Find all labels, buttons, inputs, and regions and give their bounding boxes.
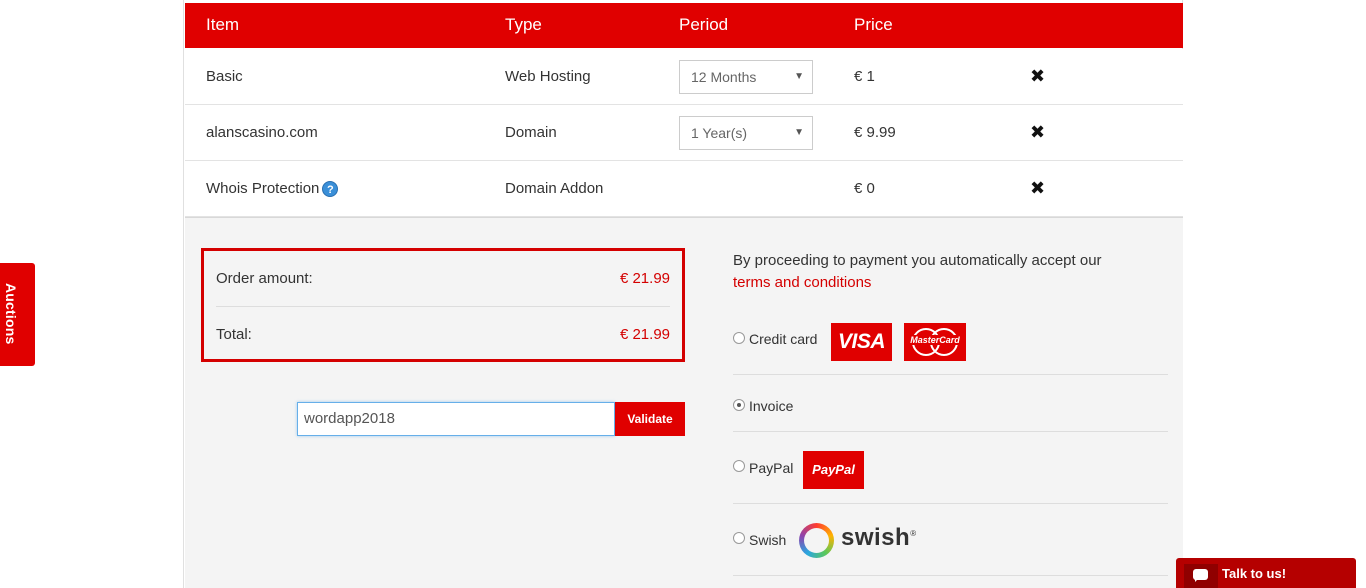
chat-label: Talk to us! [1222, 566, 1287, 581]
dropdown-arrow-icon: ▼ [794, 127, 804, 138]
table-header: Item Type Period Price [185, 3, 1183, 48]
header-price: Price [854, 15, 893, 34]
row-item: Whois Protection [206, 180, 320, 197]
terms-notice-text: By proceeding to payment you automatical… [733, 252, 1102, 269]
mastercard-logo: MasterCard [904, 323, 966, 361]
row-item: alanscasino.com [206, 124, 318, 141]
period-select-value: 12 Months [691, 69, 757, 85]
table-row: Whois Protection? Domain Addon € 0 ✖ [185, 161, 1183, 217]
total-line: Total: € 21.99 [216, 326, 670, 343]
order-panel: Item Type Period Price Basic Web Hosting… [183, 0, 1183, 588]
remove-icon[interactable]: ✖ [1030, 67, 1045, 85]
auctions-side-tab[interactable]: Auctions [0, 263, 35, 366]
dropdown-arrow-icon: ▼ [794, 71, 804, 82]
remove-icon[interactable]: ✖ [1030, 123, 1045, 141]
header-item: Item [206, 15, 240, 34]
swish-registered-mark: ® [910, 529, 917, 538]
order-amount-line: Order amount: € 21.99 [216, 270, 670, 287]
row-type: Domain Addon [505, 180, 604, 197]
row-price: € 0 [854, 180, 875, 197]
header-period: Period [679, 15, 729, 34]
paypal-label: PayPal [749, 460, 794, 476]
swish-label: Swish [749, 532, 787, 548]
promo-code-input[interactable]: wordapp2018 [297, 402, 615, 436]
swish-logo: swish® [841, 524, 917, 552]
terms-link[interactable]: terms and conditions [733, 274, 871, 291]
invoice-label: Invoice [749, 398, 794, 414]
auctions-tab-label: Auctions [3, 283, 19, 345]
header-type: Type [505, 15, 542, 34]
total-label: Total: [216, 326, 252, 343]
checkout-section: Order amount: € 21.99 Total: € 21.99 wor… [185, 217, 1183, 588]
visa-logo: VISA [831, 323, 892, 361]
paypal-radio[interactable] [733, 460, 745, 472]
summary-divider [216, 306, 670, 307]
swish-logo-icon [799, 523, 834, 558]
total-value: € 21.99 [619, 326, 670, 343]
period-select[interactable]: 12 Months ▼ [679, 60, 813, 94]
table-row: Basic Web Hosting 12 Months ▼ € 1 ✖ [185, 49, 1183, 105]
payment-option-invoice[interactable]: Invoice [733, 375, 1168, 432]
payment-option-swish[interactable]: Swish swish® [733, 504, 1168, 576]
row-type: Web Hosting [505, 68, 591, 85]
period-select[interactable]: 1 Year(s) ▼ [679, 116, 813, 150]
swish-radio[interactable] [733, 532, 745, 544]
paypal-logo: PayPal [803, 451, 864, 489]
help-icon[interactable]: ? [322, 181, 339, 198]
row-price: € 1 [854, 68, 875, 85]
credit-card-radio[interactable] [733, 332, 745, 344]
payment-option-paypal[interactable]: PayPal PayPal [733, 432, 1168, 504]
table-row: alanscasino.com Domain 1 Year(s) ▼ € 9.9… [185, 105, 1183, 161]
order-amount-value: € 21.99 [619, 270, 670, 287]
chat-button[interactable]: Talk to us! [1176, 558, 1356, 588]
remove-icon[interactable]: ✖ [1030, 179, 1045, 197]
credit-card-label: Credit card [749, 331, 818, 347]
row-price: € 9.99 [854, 124, 896, 141]
row-type: Domain [505, 124, 557, 141]
payment-option-credit-card[interactable]: Credit card VISA MasterCard [733, 308, 1168, 375]
chat-bubble-icon [1184, 564, 1218, 588]
mastercard-text: MasterCard [908, 335, 962, 345]
swish-logo-text: swish [841, 524, 911, 551]
validate-button[interactable]: Validate [615, 402, 685, 436]
row-item-cell: Whois Protection? [206, 180, 339, 198]
order-summary-box: Order amount: € 21.99 Total: € 21.99 [201, 248, 685, 362]
terms-notice: By proceeding to payment you automatical… [733, 250, 1163, 294]
order-amount-label: Order amount: [216, 270, 313, 287]
period-select-value: 1 Year(s) [691, 125, 748, 141]
invoice-radio[interactable] [733, 399, 745, 411]
row-item: Basic [206, 68, 243, 85]
